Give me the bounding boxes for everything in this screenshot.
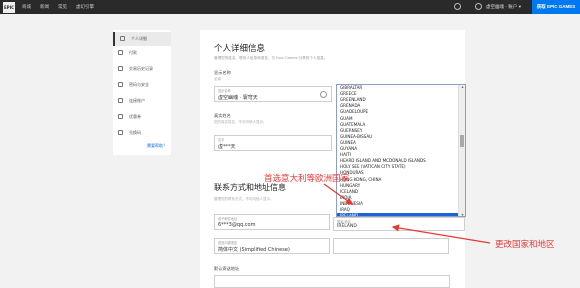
language-value: 简体中文 (Simplified Chinese) (218, 247, 290, 253)
contact-section-sub: 管理您的联系方式，不可向他人显示。 (214, 197, 274, 201)
redeem-icon (118, 130, 123, 135)
sidebar-item-coupons[interactable]: 优惠券 (113, 110, 171, 124)
globe-icon[interactable] (454, 3, 461, 10)
sidebar-item-label: 付款 (129, 50, 137, 55)
nav-link-store[interactable]: 商城 (22, 4, 31, 10)
page-title: 个人详细信息 (214, 44, 266, 54)
user-icon[interactable] (475, 3, 482, 10)
sidebar-item-personal[interactable]: 个人详细 (113, 32, 171, 46)
sidebar-item-security[interactable]: 密码与安全 (113, 78, 171, 92)
info-icon[interactable] (320, 91, 327, 98)
card-icon (118, 50, 123, 55)
sidebar-item-label: 连接账户 (129, 98, 145, 103)
display-name-field[interactable]: 显示名称 虚空幽魂 · 寰穹天 (214, 86, 332, 102)
page-description: 管理您的姓名、联系人信息和语言，与 Epic Games 分享的个人信息。 (214, 56, 328, 60)
epic-logo[interactable]: EPIC (3, 2, 15, 13)
sidebar-item-label: 优惠券 (129, 114, 141, 119)
real-name-label: 真实姓名 (214, 113, 231, 118)
display-name-sub: 必填 (214, 77, 221, 81)
field-label: 名字 (218, 138, 225, 142)
display-name-value: 虚空幽魂 · 寰穹天 (218, 95, 258, 101)
sidebar-item-connections[interactable]: 连接账户 (113, 94, 171, 108)
country-value: IRELAND (337, 224, 357, 229)
coupon-icon (118, 114, 123, 119)
history-icon (118, 66, 123, 71)
scroll-thumb[interactable] (460, 135, 464, 147)
sidebar-item-label: 个人详细 (131, 36, 147, 41)
account-sidebar: 个人详细 付款 交易历史记录 密码与安全 连接账户 优惠券 兑换码 需要帮助？ (113, 30, 171, 155)
account-menu[interactable]: 虚空幽魂 · 账户 ▾ (486, 4, 521, 10)
nav-link-unreal[interactable]: 虚幻引擎 (76, 4, 94, 10)
language-select[interactable]: 首选沟通语言 简体中文 (Simplified Chinese) (214, 238, 330, 254)
email-field[interactable]: 电子邮件地址 6***3@qq.com (214, 214, 330, 230)
country-dropdown-list[interactable]: GIBRALTAR GREECE GREENLAND GRENADA GUADELOUP… (336, 84, 466, 217)
address-label: 默认寄送地址 (214, 266, 240, 271)
key-icon (118, 82, 123, 87)
top-nav: EPIC 商城 新闻 常见 虚幻引擎 虚空幽魂 · 账户 ▾ 获取 EPIC G… (0, 0, 580, 14)
nav-link-news[interactable]: 新闻 (40, 4, 49, 10)
link-icon (118, 98, 123, 103)
address-field[interactable] (214, 275, 450, 288)
person-icon (120, 36, 125, 41)
annotation-left: 首选意大利等欧洲国家 (264, 174, 350, 184)
annotation-right: 更改国家和地区 (495, 240, 555, 250)
sidebar-item-label: 兑换码 (129, 130, 141, 135)
real-name-sub: 您的真实姓名，不可向他人显示。 (214, 120, 267, 124)
display-name-label: 显示名称 (214, 70, 231, 75)
sidebar-item-label: 密码与安全 (129, 82, 149, 87)
first-name-field[interactable]: 名字 虚***天 (214, 135, 332, 151)
secondary-field[interactable] (333, 238, 449, 254)
field-label: 电子邮件地址 (218, 217, 238, 221)
sidebar-item-history[interactable]: 交易历史记录 (113, 62, 171, 76)
sidebar-item-label: 交易历史记录 (129, 66, 153, 71)
sidebar-item-payment[interactable]: 付款 (113, 46, 171, 60)
scroll-up-icon[interactable]: ▲ (459, 85, 465, 90)
dropdown-scrollbar[interactable]: ▲ ▼ (458, 85, 465, 216)
country-select[interactable]: 国家/地区 IRELAND (333, 217, 465, 231)
sidebar-item-redeem[interactable]: 兑换码 (113, 126, 171, 140)
help-link[interactable]: 需要帮助？ (147, 143, 167, 149)
get-epic-games-button[interactable]: 获取 EPIC GAMES (532, 0, 580, 14)
field-label: 显示名称 (218, 89, 231, 93)
field-label: 首选沟通语言 (218, 241, 238, 245)
email-value: 6***3@qq.com (218, 222, 256, 228)
nav-link-faq[interactable]: 常见 (58, 4, 67, 10)
first-name-value: 虚***天 (218, 144, 236, 150)
